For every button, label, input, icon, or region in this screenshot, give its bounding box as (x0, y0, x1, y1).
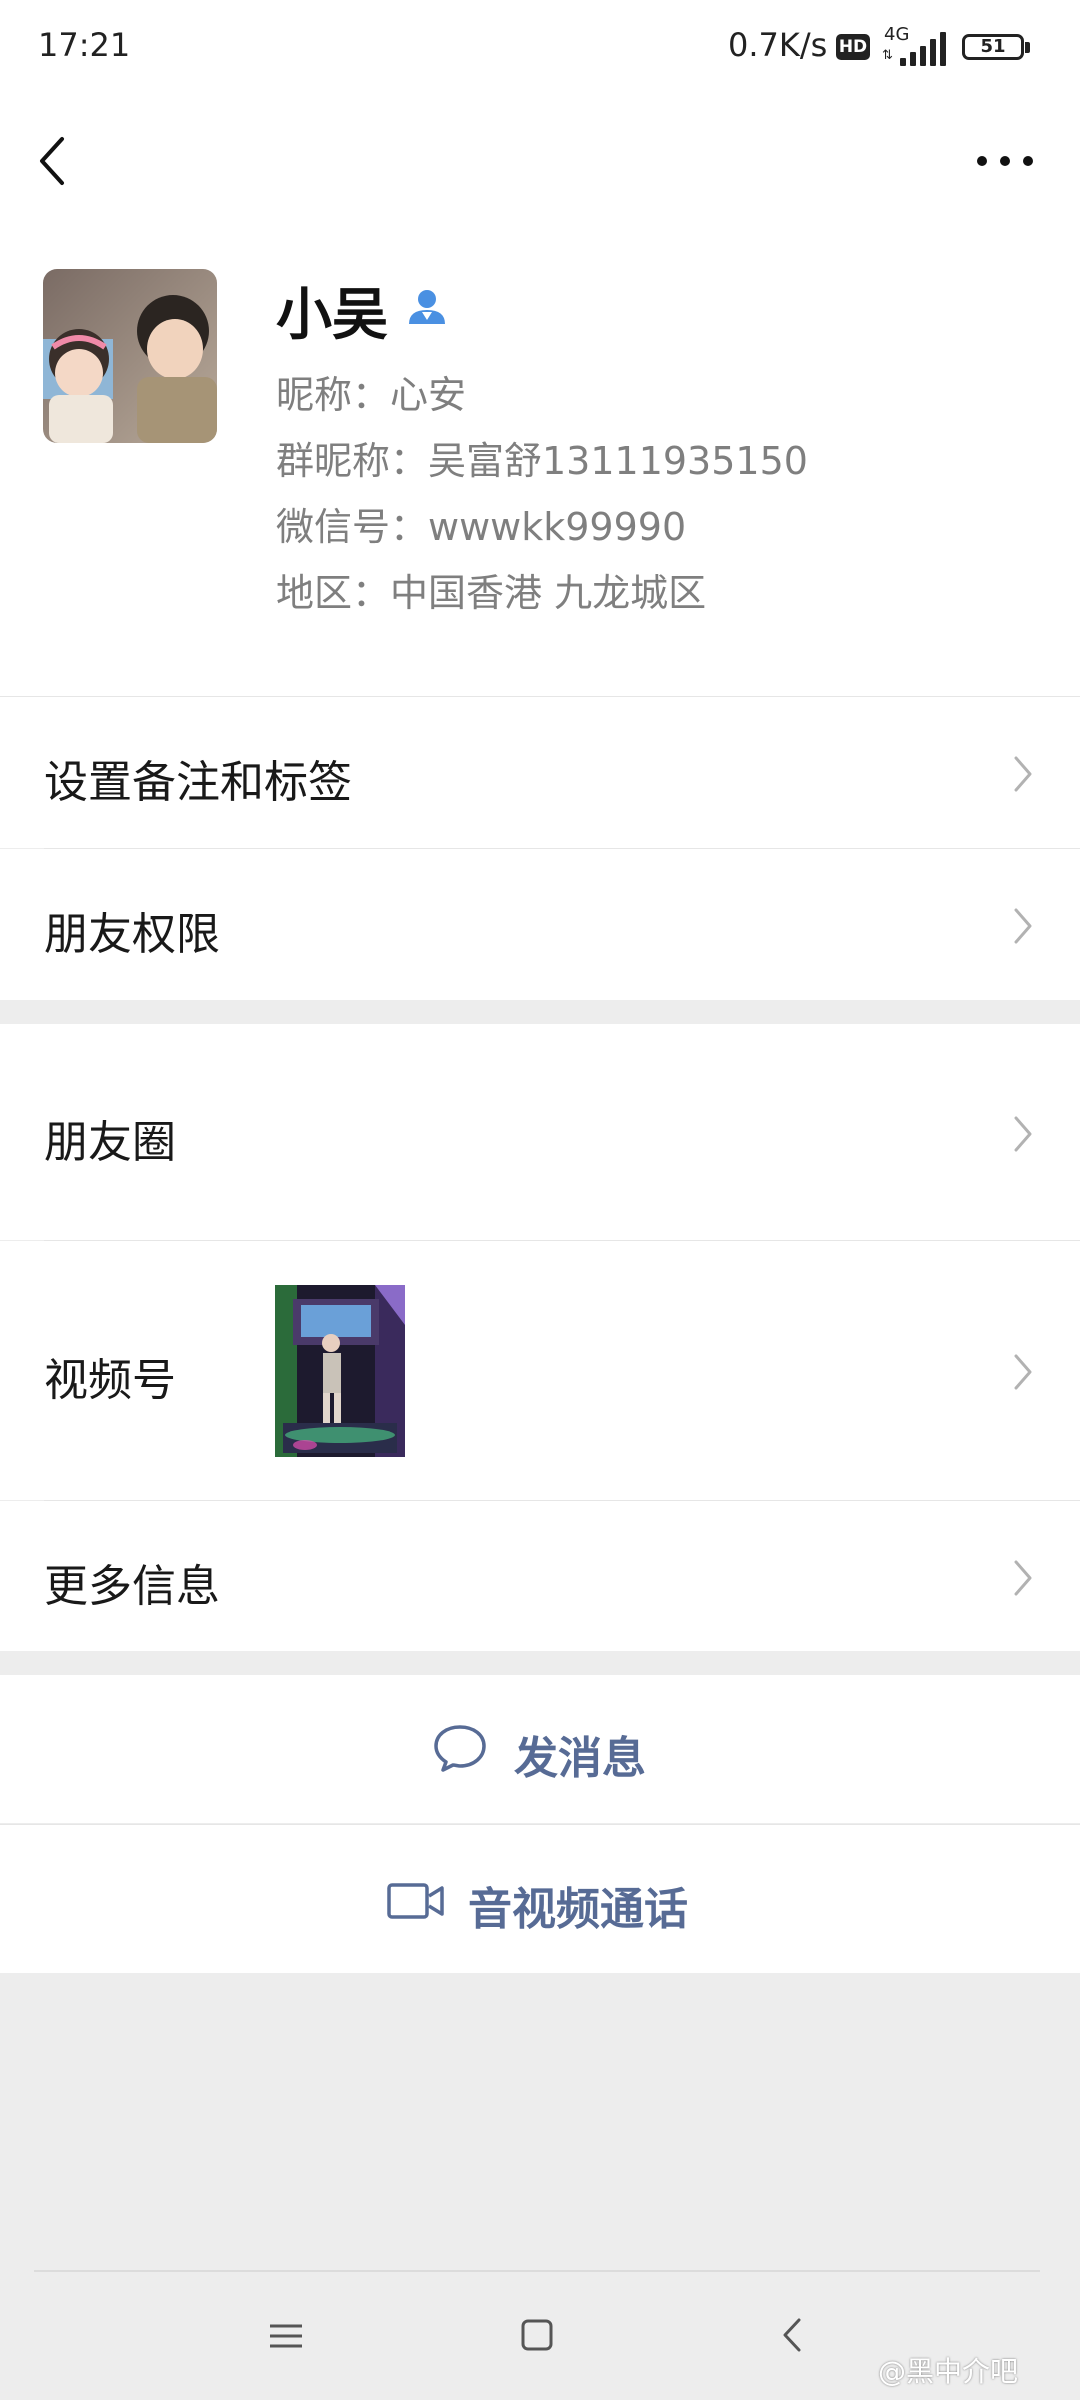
hd-icon: HD (836, 34, 870, 60)
status-time: 17:21 (38, 26, 131, 64)
chevron-right-icon (1014, 756, 1032, 792)
menu-icon[interactable] (268, 2320, 304, 2352)
send-message-label: 发消息 (514, 1733, 646, 1784)
status-network-speed: 0.7K/s (728, 26, 828, 64)
chevron-right-icon (1014, 1354, 1032, 1390)
group-nickname: 群昵称：吴富舒13111935150 (276, 439, 808, 483)
verified-person-icon (405, 284, 449, 328)
chevron-left-icon (40, 137, 64, 185)
back-nav-icon[interactable] (780, 2316, 804, 2354)
permission-label: 朋友权限 (44, 909, 220, 960)
chevron-right-icon (1014, 1560, 1032, 1596)
more-button[interactable] (970, 130, 1040, 192)
nav-bar-divider (34, 2270, 1040, 2272)
battery-nub (1025, 42, 1030, 53)
av-call-label: 音视频通话 (468, 1884, 688, 1935)
chevron-right-icon (1014, 1116, 1032, 1152)
more-dots-icon (977, 156, 1033, 166)
channels-label: 视频号 (44, 1355, 176, 1406)
avatar[interactable] (43, 269, 217, 443)
signal-icon (900, 30, 948, 66)
chevron-right-icon (1014, 908, 1032, 944)
watermark: @黑中介吧 (878, 2355, 1019, 2388)
remark-label: 设置备注和标签 (44, 757, 352, 808)
home-icon[interactable] (520, 2318, 554, 2352)
battery-level: 51 (980, 36, 1006, 57)
avatar-image (43, 269, 217, 443)
back-button[interactable] (30, 125, 78, 197)
moments-label: 朋友圈 (44, 1117, 176, 1168)
battery-icon: 51 (962, 34, 1024, 60)
nav-header (0, 96, 1080, 224)
more-info-label: 更多信息 (44, 1561, 220, 1612)
nickname: 昵称：心安 (276, 373, 467, 417)
data-arrows-icon: ⇅ (882, 48, 893, 63)
video-call-icon (387, 1883, 444, 1919)
chat-bubble-icon (434, 1725, 486, 1772)
channels-thumbnail[interactable] (275, 1285, 405, 1457)
wechat-id: 微信号：wwwkk99990 (276, 505, 687, 549)
contact-name: 小吴 (276, 283, 388, 348)
region: 地区：中国香港 九龙城区 (276, 571, 707, 615)
